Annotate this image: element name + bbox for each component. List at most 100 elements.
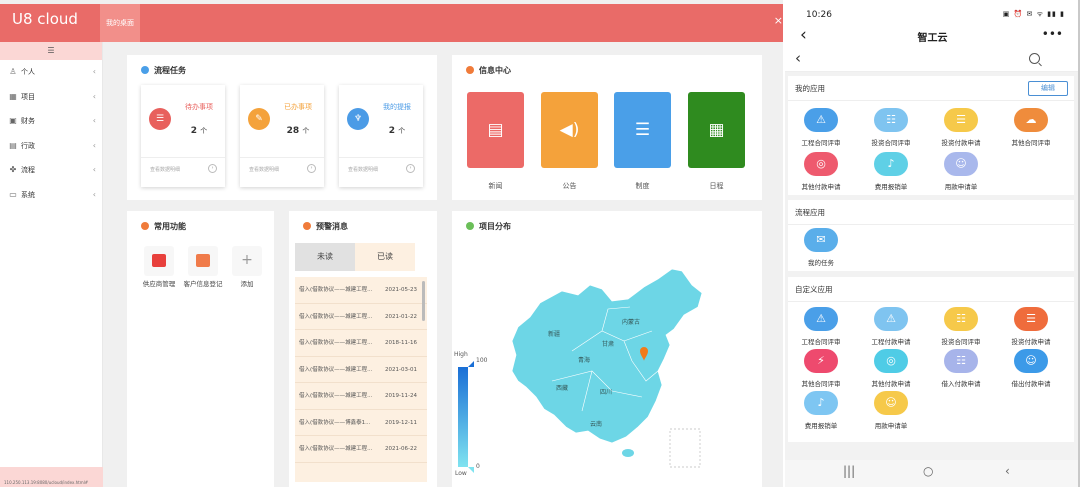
recent-apps-icon[interactable]: |||: [843, 464, 855, 478]
tag-icon: ✎: [248, 108, 270, 130]
app-borrow-in-payment-request[interactable]: ☷ 借入付款申请: [931, 349, 991, 393]
list-item[interactable]: 借入(借款协议——城建工程... 2018-11-16: [295, 330, 427, 357]
shortcut-label: 供应商管理: [142, 280, 176, 288]
sidebar-item-finance[interactable]: ▣ 财务 ‹: [0, 109, 102, 134]
contact-card-icon: [196, 254, 210, 267]
list-item[interactable]: 借入(借款协议——城建工程... 2021-03-01: [295, 357, 427, 383]
card-count: 28: [286, 126, 300, 136]
shortcut-label: 客户信息登记: [183, 280, 223, 288]
app-my-tasks[interactable]: ✉ 我的任务: [791, 228, 851, 272]
list-icon: ☰: [956, 113, 966, 126]
news-tile[interactable]: ▤: [467, 92, 524, 168]
app-other-contract-review[interactable]: ⚡ 其他合同评审: [791, 349, 851, 393]
messenger-icon: ⚡: [817, 354, 825, 367]
view-details-link[interactable]: 查看数据明细: [249, 166, 279, 173]
calendar-icon: ▦: [708, 120, 725, 140]
more-icon[interactable]: •••: [1042, 24, 1063, 44]
tile-label: 新闻: [488, 182, 503, 190]
monitor-icon: [152, 254, 166, 267]
add-shortcut-button[interactable]: + 添加: [232, 246, 262, 288]
list-item[interactable]: 借入(借款协议——城建工程... 2021-06-22: [295, 436, 427, 463]
map-label: 内蒙古: [622, 319, 641, 326]
sidebar-item-label: 流程: [21, 166, 35, 174]
visual-map-bar: [458, 367, 468, 467]
app-other-payment-request[interactable]: ◎ 其他付款申请: [861, 349, 921, 393]
arrow-right-icon[interactable]: ›: [208, 164, 217, 173]
legend-high: High: [454, 351, 468, 358]
notice-tile[interactable]: ◀): [541, 92, 598, 168]
app-engineering-contract-review[interactable]: ⚠ 工程合同评审: [791, 108, 851, 152]
app-fund-request[interactable]: ☺ 用款申请单: [861, 391, 921, 435]
money-icon: ◎: [816, 157, 826, 170]
app-engineering-contract-review[interactable]: ⚠ 工程合同评审: [791, 307, 851, 351]
tab-my-desktop[interactable]: 我的桌面: [100, 4, 140, 42]
list-item[interactable]: 借入(借款协议——城建工程... 2021-01-22: [295, 304, 427, 330]
panel-title: 流程任务: [154, 66, 186, 75]
arrow-right-icon[interactable]: ›: [406, 164, 415, 173]
tab-read[interactable]: 已读: [355, 243, 415, 271]
supplier-management-shortcut[interactable]: 供应商管理: [143, 246, 175, 288]
map-label: 青海: [578, 357, 591, 364]
chevron-left-icon: ‹: [92, 91, 96, 101]
app-investment-contract-review[interactable]: ☷ 投资合同评审: [861, 108, 921, 152]
customer-registration-shortcut[interactable]: 客户信息登记: [184, 246, 223, 288]
map-label: 甘肃: [602, 341, 615, 348]
panel-title: 信息中心: [479, 66, 511, 75]
list-item[interactable]: 借入(借款协议——城建工程... 2019-11-24: [295, 383, 427, 410]
sidebar-item-admin[interactable]: ▤ 行政 ‹: [0, 134, 102, 159]
list-item[interactable]: 借入(借款协议——城建工程... 2021-05-23: [295, 277, 427, 304]
card-unit: 个: [302, 127, 310, 135]
home-icon[interactable]: ○: [923, 464, 933, 478]
sidebar-item-system[interactable]: ▭ 系统 ‹: [0, 183, 102, 208]
done-card[interactable]: ✎ 已办事项 28 个 查看数据明细 ›: [240, 85, 324, 187]
app-expense-report[interactable]: ♪ 费用报销单: [861, 152, 921, 196]
app-investment-payment-request[interactable]: ☰ 投资付款申请: [1001, 307, 1061, 351]
app-lend-out-payment-request[interactable]: ☺ 借出付款申请: [1001, 349, 1061, 393]
warning-outline-icon: ⚠: [886, 312, 896, 325]
section-title: 自定义应用: [795, 285, 833, 294]
custom-apps-section: 自定义应用 ⚠ 工程合同评审 ⚠ 工程付款申请 ☷ 投资合同评审 ☰ 投资付款申请 ⚡ 其…: [788, 277, 1074, 442]
edit-button[interactable]: 编辑: [1028, 81, 1068, 96]
sidebar-item-personal[interactable]: ♙ 个人 ‹: [0, 60, 102, 85]
todo-card[interactable]: ☰ 待办事项 2 个 查看数据明细 ›: [141, 85, 225, 187]
legend-max: 100: [476, 357, 488, 364]
app-investment-contract-review[interactable]: ☷ 投资合同评审: [931, 307, 991, 351]
sidebar-item-workflow[interactable]: ✤ 流程 ‹: [0, 158, 102, 183]
view-details-link[interactable]: 查看数据明细: [150, 166, 180, 173]
status-url: 110.250.113.19:8080/ucloud/index.html#: [4, 480, 89, 485]
u8-cloud-window: U8 cloud 我的桌面 × ☰ ♙ 个人 ‹ ▦ 项目 ‹ ▣ 财务 ‹ ▤ 行政 ‹ ✤ 流…: [0, 0, 783, 487]
app-investment-payment-request[interactable]: ☰ 投资付款申请: [931, 108, 991, 152]
flow-apps-section: 流程应用 ✉ 我的任务: [788, 200, 1074, 271]
smile-icon: ☺: [1025, 354, 1037, 367]
list-item[interactable]: 借入(借款协议——博鑫泰1... 2019-12-11: [295, 410, 427, 436]
my-submissions-card[interactable]: ♆ 我的提报 2 个 查看数据明细 ›: [339, 85, 423, 187]
back-nav-icon[interactable]: ‹: [1005, 464, 1010, 478]
panel-title: 常用功能: [154, 222, 186, 231]
chevron-left-icon[interactable]: ‹: [795, 49, 801, 67]
app-engineering-payment-request[interactable]: ⚠ 工程付款申请: [861, 307, 921, 351]
sidebar-item-project[interactable]: ▦ 项目 ‹: [0, 85, 102, 110]
policy-tile[interactable]: ☰: [614, 92, 671, 168]
alert-icon: [303, 222, 311, 230]
status-icons: ▣ ⏰ ✉ ᯤ ▮▮ ▮: [1002, 10, 1065, 18]
app-other-payment-request[interactable]: ◎ 其他付款申请: [791, 152, 851, 196]
sidebar-toggle-icon[interactable]: ☰: [0, 42, 102, 60]
app-expense-report[interactable]: ♪ 费用报销单: [791, 391, 851, 435]
info-center-panel: 信息中心 ▤ 新闻 ◀) 公告 ☰ 制度 ▦ 日程: [452, 55, 762, 200]
project-icon: ▦: [9, 91, 17, 101]
sidebar-footer: 110.250.113.19:8080/ucloud/index.html#: [0, 467, 103, 487]
close-icon[interactable]: ×: [774, 14, 783, 27]
flow-icon: [141, 66, 149, 74]
schedule-tile[interactable]: ▦: [688, 92, 745, 168]
mail-icon: ✉: [816, 233, 826, 246]
tab-unread[interactable]: 未读: [295, 243, 355, 271]
legend-min: 0: [476, 463, 480, 470]
view-details-link[interactable]: 查看数据明细: [348, 166, 378, 173]
arrow-right-icon[interactable]: ›: [307, 164, 316, 173]
app-fund-request[interactable]: ☺ 用款申请单: [931, 152, 991, 196]
pin-icon: [466, 222, 474, 230]
search-icon[interactable]: [1029, 53, 1040, 64]
map-region-hainan: [622, 449, 634, 457]
app-other-contract-review[interactable]: ☁ 其他合同评审: [1001, 108, 1061, 152]
scrollbar[interactable]: [422, 281, 425, 321]
